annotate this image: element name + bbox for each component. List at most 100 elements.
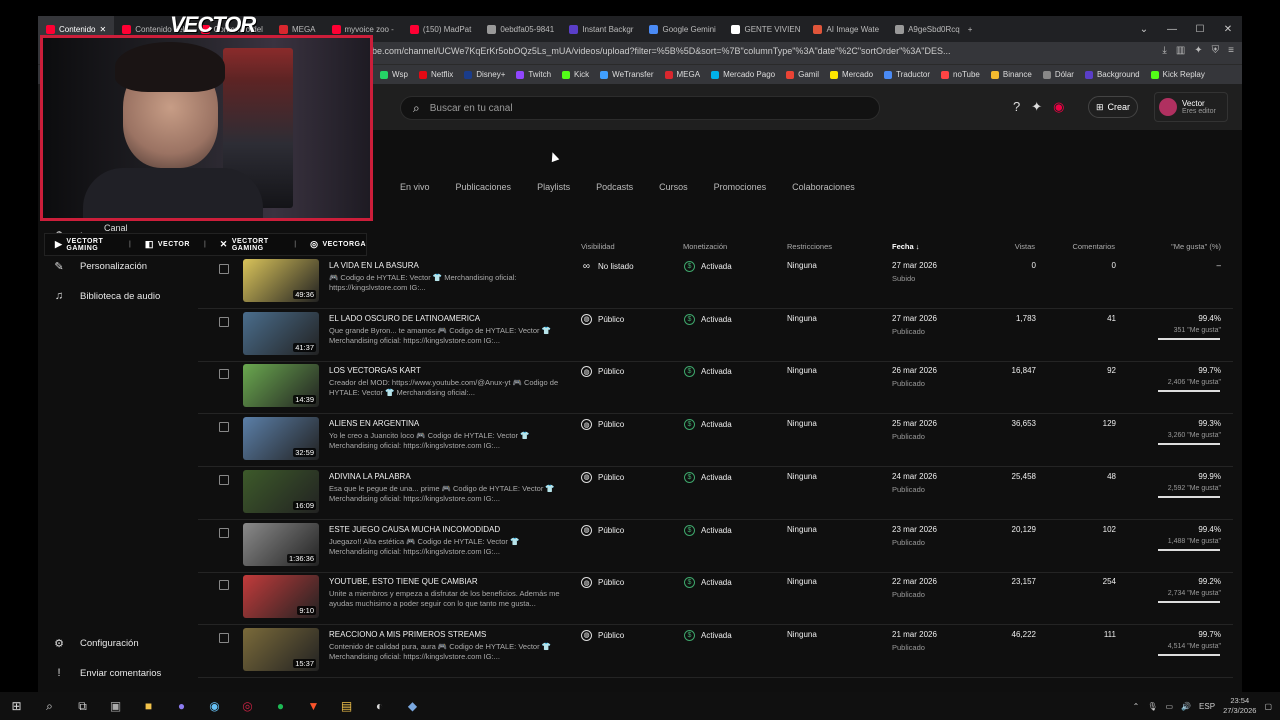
folder-icon[interactable]: ■ bbox=[132, 692, 165, 720]
video-title[interactable]: YOUTUBE, ESTO TIENE QUE CAMBIAR bbox=[329, 577, 478, 586]
extensions-icon[interactable]: ✦ bbox=[1194, 45, 1202, 56]
col-likes[interactable]: "Me gusta" (%) bbox=[1148, 242, 1221, 251]
video-title[interactable]: ADIVINA LA PALABRA bbox=[329, 472, 411, 481]
video-thumbnail[interactable]: 15:37 bbox=[243, 627, 319, 671]
visibility-cell[interactable]: ◍ Público bbox=[581, 313, 624, 325]
help-icon[interactable]: ? bbox=[1013, 99, 1020, 115]
video-thumbnail[interactable]: 41:37 bbox=[243, 311, 319, 355]
sidebar-icon[interactable]: ▥ bbox=[1176, 45, 1185, 56]
video-thumbnail[interactable]: 14:39 bbox=[243, 364, 319, 408]
video-title[interactable]: LOS VECTORGAS KART bbox=[329, 366, 421, 375]
row-checkbox[interactable] bbox=[219, 316, 229, 327]
col-restrictions[interactable]: Restricciones bbox=[787, 242, 832, 251]
minimize-icon[interactable]: — bbox=[1158, 16, 1186, 42]
row-checkbox[interactable] bbox=[219, 527, 229, 538]
content-tab[interactable]: Colaboraciones bbox=[792, 182, 855, 192]
video-thumbnail[interactable]: 16:09 bbox=[243, 469, 319, 513]
browser-tab[interactable]: Google Gemini bbox=[641, 16, 723, 42]
bookmark-item[interactable]: Kick bbox=[562, 70, 589, 79]
visibility-cell[interactable]: ◍ Público bbox=[581, 471, 624, 483]
bookmark-item[interactable]: Kick Replay bbox=[1150, 70, 1205, 79]
bookmark-item[interactable]: Traductor bbox=[884, 70, 930, 79]
bookmark-item[interactable]: Disney+ bbox=[464, 70, 505, 79]
bookmark-item[interactable]: Dólar bbox=[1042, 70, 1074, 79]
mic-icon[interactable]: 🎙 bbox=[1147, 702, 1157, 711]
row-checkbox[interactable] bbox=[219, 264, 229, 274]
bookmark-item[interactable]: Mercado bbox=[829, 70, 873, 79]
app-icon-3[interactable]: ◆ bbox=[396, 692, 429, 720]
close-tab-icon[interactable]: ✕ bbox=[99, 25, 106, 34]
download-icon[interactable]: ⤓ bbox=[1162, 45, 1166, 56]
browser-tab[interactable]: AI Image Wate bbox=[805, 16, 887, 42]
bookmark-item[interactable]: Binance bbox=[990, 70, 1032, 79]
start-icon[interactable]: ⊞ bbox=[0, 692, 33, 720]
col-visibility[interactable]: Visibilidad bbox=[581, 242, 615, 251]
discord-icon[interactable]: ● bbox=[165, 692, 198, 720]
row-checkbox[interactable] bbox=[219, 369, 229, 380]
url-field[interactable]: be.com/channel/UCWe7KqErKr5obOQz5Ls_mUA/… bbox=[372, 46, 952, 61]
bookmark-item[interactable]: Netflix bbox=[419, 70, 453, 79]
content-tab[interactable]: Cursos bbox=[659, 182, 688, 192]
app-icon-1[interactable]: ▣ bbox=[99, 692, 132, 720]
video-thumbnail[interactable]: 1:36:36 bbox=[243, 522, 319, 566]
monetization-cell[interactable]: $ Activada bbox=[684, 419, 732, 431]
video-title[interactable]: LA VIDA EN LA BASURA bbox=[329, 261, 419, 270]
video-title[interactable]: REACCIONO A MIS PRIMEROS STREAMS bbox=[329, 630, 486, 639]
search-taskbar-icon[interactable]: ⌕ bbox=[33, 692, 66, 720]
content-tab[interactable]: Playlists bbox=[537, 182, 570, 192]
notifications-icon[interactable]: ◉ bbox=[1053, 99, 1064, 115]
content-tab[interactable]: Promociones bbox=[714, 182, 767, 192]
new-tab-icon[interactable]: + bbox=[968, 25, 973, 34]
col-views[interactable]: Vistas bbox=[998, 242, 1035, 251]
row-checkbox[interactable] bbox=[219, 632, 229, 643]
search-input[interactable]: Buscar en tu canal bbox=[430, 103, 513, 114]
visibility-cell[interactable]: ◍ Público bbox=[581, 524, 624, 536]
video-title[interactable]: EL LADO OSCURO DE LATINOAMERICA bbox=[329, 314, 480, 323]
search-box[interactable]: ⌕ Buscar en tu canal bbox=[400, 96, 880, 120]
browser-tab[interactable]: 0ebdfa05-9841 bbox=[479, 16, 561, 42]
row-checkbox[interactable] bbox=[219, 580, 229, 591]
account-switcher[interactable]: Vector Eres editor bbox=[1154, 92, 1228, 122]
browser-tab[interactable]: (150) MadPat bbox=[402, 16, 479, 42]
sidebar-item[interactable]: ♫ Biblioteca de audio bbox=[46, 283, 189, 309]
video-title[interactable]: ESTE JUEGO CAUSA MUCHA INCOMODIDAD bbox=[329, 525, 500, 534]
browser-tab[interactable]: Instant Backgr bbox=[561, 16, 641, 42]
language-indicator[interactable]: ESP bbox=[1199, 702, 1215, 711]
monetization-cell[interactable]: $ Activada bbox=[684, 629, 732, 641]
volume-icon[interactable]: 🔊 bbox=[1181, 702, 1191, 711]
spotify-icon[interactable]: ● bbox=[264, 692, 297, 720]
explorer-icon[interactable]: ▤ bbox=[330, 692, 363, 720]
col-date[interactable]: Fecha ↓ bbox=[892, 242, 920, 251]
close-window-icon[interactable]: ✕ bbox=[1214, 16, 1242, 42]
browser-tab[interactable]: GENTE VIVIEN bbox=[723, 16, 805, 42]
app-icon-2[interactable]: ◐ bbox=[363, 692, 396, 720]
bookmark-item[interactable]: MEGA bbox=[664, 70, 700, 79]
col-monetization[interactable]: Monetización bbox=[683, 242, 727, 251]
bookmark-item[interactable]: noTube bbox=[941, 70, 980, 79]
monetization-cell[interactable]: $ Activada bbox=[684, 261, 732, 272]
monetization-cell[interactable]: $ Activada bbox=[684, 577, 732, 589]
sparkle-icon[interactable]: ✦ bbox=[1031, 99, 1042, 115]
steam-icon[interactable]: ◉ bbox=[198, 692, 231, 720]
bookmark-item[interactable]: Background bbox=[1084, 70, 1140, 79]
video-thumbnail[interactable]: 9:10 bbox=[243, 575, 319, 619]
content-tab[interactable]: Podcasts bbox=[596, 182, 633, 192]
video-thumbnail[interactable]: 32:59 bbox=[243, 417, 319, 461]
visibility-cell[interactable]: ◍ Público bbox=[581, 629, 624, 641]
monetization-cell[interactable]: $ Activada bbox=[684, 524, 732, 536]
clock[interactable]: 23:54 27/3/2026 bbox=[1223, 696, 1256, 716]
bookmark-item[interactable]: Mercado Pago bbox=[711, 70, 775, 79]
notification-center-icon[interactable]: ▢ bbox=[1264, 702, 1272, 711]
bookmark-item[interactable]: Gamil bbox=[786, 70, 819, 79]
maximize-icon[interactable]: ☐ bbox=[1186, 16, 1214, 42]
sidebar-item[interactable]: ✎ Personalización bbox=[46, 253, 189, 279]
monetization-cell[interactable]: $ Activada bbox=[684, 366, 732, 378]
visibility-cell[interactable]: ◍ Público bbox=[581, 577, 624, 589]
visibility-cell[interactable]: ◍ Público bbox=[581, 419, 624, 431]
bookmark-item[interactable]: Twitch bbox=[516, 70, 551, 79]
col-comments[interactable]: Comentarios bbox=[1058, 242, 1115, 251]
sidebar-bottom-item[interactable]: ! Enviar comentarios bbox=[46, 660, 189, 686]
video-thumbnail[interactable]: 49:36 bbox=[243, 259, 319, 302]
visibility-cell[interactable]: ∞ No listado bbox=[581, 261, 634, 272]
bookmark-item[interactable]: WeTransfer bbox=[600, 70, 654, 79]
